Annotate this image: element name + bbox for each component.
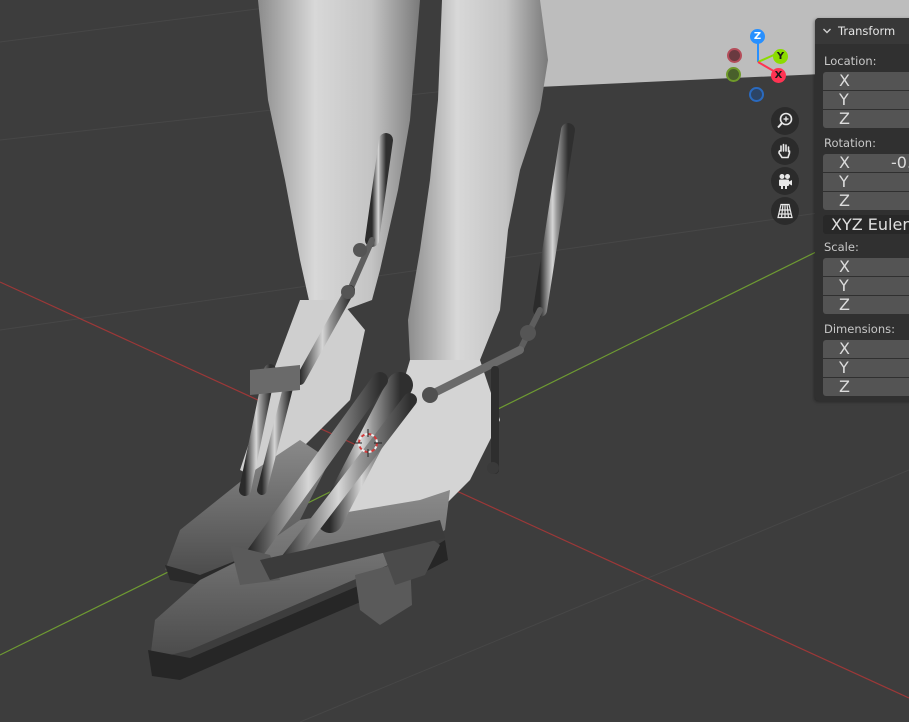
gizmo-z-axis[interactable]: Z xyxy=(750,29,765,44)
axis-label: Z xyxy=(839,109,850,128)
axis-label: Z xyxy=(839,377,850,396)
dimensions-y-field[interactable]: Y xyxy=(823,359,909,377)
location-label: Location: xyxy=(824,54,877,68)
axis-label: Y xyxy=(839,276,849,295)
camera-icon xyxy=(779,174,792,189)
zoom-button[interactable] xyxy=(771,107,799,135)
location-y-field[interactable]: Y xyxy=(823,91,909,109)
rotation-z-field[interactable]: Z xyxy=(823,192,909,210)
axis-label: X xyxy=(839,257,850,276)
dimensions-x-field[interactable]: X xyxy=(823,340,909,358)
zoom-in-icon xyxy=(777,112,793,129)
axis-label: Y xyxy=(839,90,849,109)
hand-icon xyxy=(778,143,791,159)
scene-render xyxy=(0,0,909,722)
gizmo-neg-x-axis[interactable] xyxy=(727,48,742,63)
rotation-y-field[interactable]: Y xyxy=(823,173,909,191)
axis-label: X xyxy=(839,153,850,172)
gizmo-y-axis[interactable]: Y xyxy=(773,49,788,64)
scale-label: Scale: xyxy=(824,240,859,254)
gizmo-neg-z-axis[interactable] xyxy=(749,87,764,102)
scale-y-field[interactable]: Y xyxy=(823,277,909,295)
axis-label: Y xyxy=(839,358,849,377)
3d-viewport[interactable]: Z Y X Transform Location: Rotation: Scal… xyxy=(0,0,909,722)
pan-button[interactable] xyxy=(771,137,799,165)
location-x-field[interactable]: X xyxy=(823,72,909,90)
rotation-x-field[interactable]: X -0.0 xyxy=(823,154,909,172)
scale-x-field[interactable]: X xyxy=(823,258,909,276)
rotation-label: Rotation: xyxy=(824,136,876,150)
transform-panel-header[interactable]: Transform xyxy=(815,18,909,44)
chevron-down-icon xyxy=(823,28,831,34)
grid-perspective-icon xyxy=(777,203,793,219)
panel-title: Transform xyxy=(838,24,896,38)
dimensions-label: Dimensions: xyxy=(824,322,895,336)
navigation-gizmo[interactable]: Z Y X xyxy=(718,24,798,106)
axis-label: X xyxy=(839,71,850,90)
axis-label: Z xyxy=(839,295,850,314)
camera-view-button[interactable] xyxy=(771,167,799,195)
rotation-mode-dropdown[interactable]: XYZ Euler xyxy=(823,215,909,234)
axis-label: Z xyxy=(839,191,850,210)
left-leg xyxy=(258,0,420,310)
location-z-field[interactable]: Z xyxy=(823,110,909,128)
gizmo-x-axis[interactable]: X xyxy=(771,68,786,83)
field-value: -0.0 xyxy=(891,153,909,172)
gizmo-neg-y-axis[interactable] xyxy=(726,67,741,82)
axis-label: Y xyxy=(839,172,849,191)
axis-label: X xyxy=(839,339,850,358)
right-leg xyxy=(408,0,548,380)
scale-z-field[interactable]: Z xyxy=(823,296,909,314)
dimensions-z-field[interactable]: Z xyxy=(823,378,909,396)
perspective-toggle-button[interactable] xyxy=(771,197,799,225)
